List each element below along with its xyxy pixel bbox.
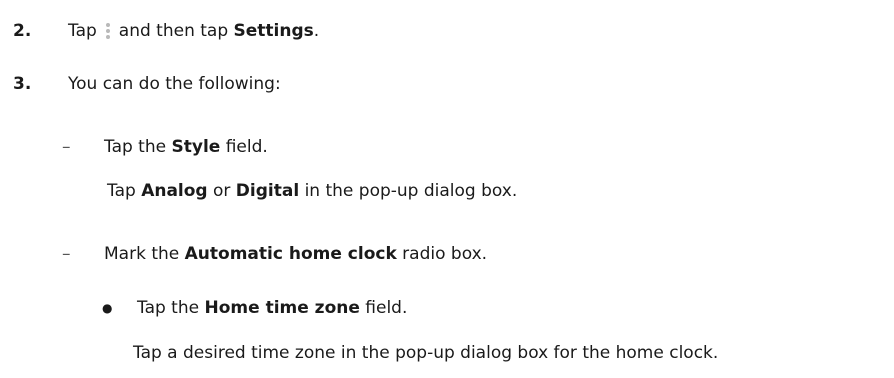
bullet-text: Tap the [137, 298, 200, 318]
dash-marker: – [62, 244, 71, 264]
substep-text: Mark the [104, 244, 180, 264]
automatic-home-clock-label: Automatic home clock [184, 244, 397, 264]
substep-text: field. [225, 137, 268, 157]
step-3-text: You can do the following: [68, 74, 281, 94]
analog-label: Analog [141, 181, 208, 201]
home-time-zone-label: Home time zone [204, 298, 360, 318]
style-detail: Tap Analog or Digital in the pop-up dial… [107, 180, 517, 202]
home-time-zone-bullet: Tap the Home time zone field. [137, 297, 407, 319]
step-number: 2. [13, 21, 32, 41]
detail-text: or [213, 181, 231, 201]
step-number: 3. [13, 74, 32, 94]
step-text: and then tap [118, 21, 229, 41]
style-label: Style [171, 137, 221, 157]
settings-label: Settings [233, 21, 314, 41]
more-vertical-icon [103, 20, 113, 42]
style-substep: Tap the Style field. [104, 136, 268, 158]
detail-text: Tap [107, 181, 136, 201]
step-text: Tap [68, 21, 97, 41]
bullet-text: field. [365, 298, 408, 318]
substep-text: Tap the [104, 137, 167, 157]
digital-label: Digital [235, 181, 300, 201]
substep-text: radio box. [402, 244, 488, 264]
dash-marker: – [62, 137, 71, 157]
home-time-zone-detail: Tap a desired time zone in the pop-up di… [133, 343, 719, 363]
automatic-home-clock-substep: Mark the Automatic home clock radio box. [104, 243, 487, 265]
step-text: . [313, 21, 320, 41]
step-2-text: Tap and then tap Settings. [68, 20, 319, 42]
detail-text: in the pop-up dialog box. [304, 181, 518, 201]
bullet-marker: ● [102, 301, 113, 315]
